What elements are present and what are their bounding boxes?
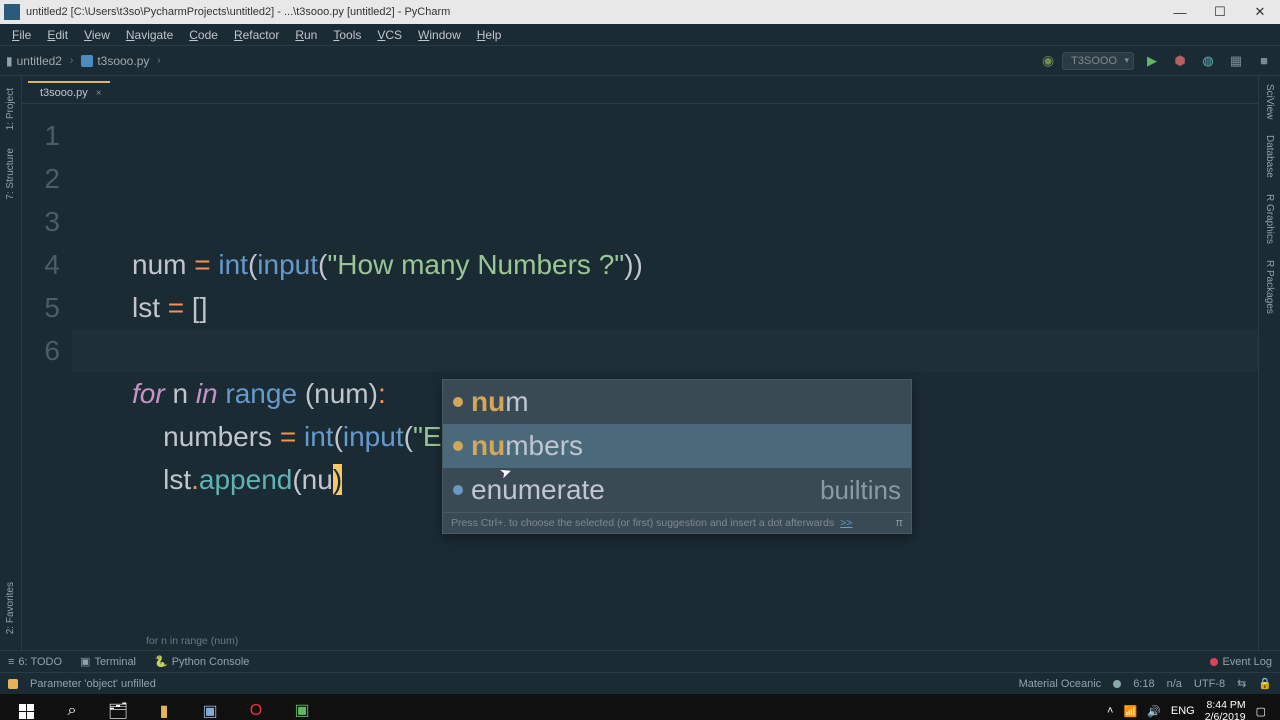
navigation-bar: ▮ untitled2 › t3sooo.py › ◉ T3SOOO ▶ ⬢ ◍… bbox=[0, 46, 1280, 76]
autocomplete-popup[interactable]: numnumbersenumeratebuiltinsPress Ctrl+. … bbox=[442, 379, 912, 534]
breadcrumb-file: t3sooo.py bbox=[97, 54, 149, 68]
menu-view[interactable]: View bbox=[76, 26, 118, 44]
terminal-tab[interactable]: ▣ Terminal bbox=[80, 655, 136, 668]
lock-icon[interactable]: 🔒 bbox=[1258, 677, 1272, 690]
autocomplete-item[interactable]: enumeratebuiltins bbox=[443, 468, 911, 512]
code-line[interactable]: lst = [] bbox=[132, 286, 1258, 329]
theme-name[interactable]: Material Oceanic bbox=[1019, 678, 1102, 690]
rgraphics-tab[interactable]: R Graphics bbox=[1264, 186, 1275, 252]
chevron-icon: › bbox=[70, 55, 73, 66]
menu-tools[interactable]: Tools bbox=[325, 26, 369, 44]
menubar: FileEditViewNavigateCodeRefactorRunTools… bbox=[0, 24, 1280, 46]
event-log-tab[interactable]: Event Log bbox=[1210, 656, 1272, 668]
code-line[interactable]: num = int(input("How many Numbers ?")) bbox=[132, 243, 1258, 286]
menu-edit[interactable]: Edit bbox=[39, 26, 76, 44]
app-icon bbox=[4, 4, 20, 20]
code-content[interactable]: num = int(input("How many Numbers ?"))ls… bbox=[72, 104, 1258, 632]
clock[interactable]: 8:44 PM 2/6/2019 bbox=[1205, 699, 1246, 720]
inspection-icon[interactable] bbox=[8, 679, 18, 689]
run-config-name: T3SOOO bbox=[1071, 55, 1117, 67]
menu-code[interactable]: Code bbox=[181, 26, 226, 44]
line-sep[interactable]: n/a bbox=[1167, 678, 1182, 690]
menu-file[interactable]: File bbox=[4, 26, 39, 44]
theme-dot-icon bbox=[1113, 680, 1121, 688]
line-gutter: 123456 bbox=[22, 104, 72, 632]
context-breadcrumb[interactable]: for n in range (num) bbox=[22, 632, 1258, 650]
pycharm-button[interactable]: ▣ bbox=[280, 694, 324, 720]
window-title: untitled2 [C:\Users\t3so\PycharmProjects… bbox=[24, 6, 1160, 18]
folder-icon: ▮ bbox=[6, 54, 13, 68]
todo-tab[interactable]: ≡ 6: TODO bbox=[8, 656, 62, 668]
menu-navigate[interactable]: Navigate bbox=[118, 26, 181, 44]
search-button[interactable]: ▦ bbox=[1226, 51, 1246, 71]
start-button[interactable] bbox=[4, 694, 48, 720]
favorites-tab[interactable]: 2: Favorites bbox=[5, 576, 16, 640]
app-button[interactable]: ▣ bbox=[188, 694, 232, 720]
language-indicator[interactable]: ENG bbox=[1171, 705, 1195, 717]
tray-up-icon[interactable]: ˄ bbox=[1107, 705, 1113, 717]
autocomplete-item[interactable]: numbers bbox=[443, 424, 911, 468]
search-button[interactable]: ⌕ bbox=[50, 694, 94, 720]
coverage-button[interactable]: ◍ bbox=[1198, 51, 1218, 71]
explorer-button[interactable]: 🗂 bbox=[96, 694, 140, 720]
close-button[interactable]: ✕ bbox=[1240, 0, 1280, 24]
menu-run[interactable]: Run bbox=[287, 26, 325, 44]
system-tray[interactable]: ˄ 📶 🔊 ENG 8:44 PM 2/6/2019 ▢ bbox=[1107, 699, 1276, 720]
active-line-highlight bbox=[72, 329, 1258, 372]
menu-window[interactable]: Window bbox=[410, 26, 469, 44]
code-editor[interactable]: 123456 num = int(input("How many Numbers… bbox=[22, 104, 1258, 632]
breadcrumb-project: untitled2 bbox=[17, 54, 62, 68]
window-titlebar: untitled2 [C:\Users\t3so\PycharmProjects… bbox=[0, 0, 1280, 24]
editor-tab[interactable]: t3sooo.py × bbox=[28, 81, 110, 103]
editor-area: t3sooo.py × 123456 num = int(input("How … bbox=[22, 76, 1258, 650]
project-tab[interactable]: 1: Project bbox=[5, 82, 16, 136]
bottom-toolwindow-bar: ≡ 6: TODO ▣ Terminal 🐍 Python Console Ev… bbox=[0, 650, 1280, 672]
opera-button[interactable]: O bbox=[234, 694, 278, 720]
run-config-selector[interactable]: T3SOOO bbox=[1062, 52, 1134, 70]
run-button[interactable]: ▶ bbox=[1142, 51, 1162, 71]
wifi-icon[interactable]: 📶 bbox=[1123, 705, 1137, 718]
chevron-icon: › bbox=[157, 55, 160, 66]
stop-button[interactable]: ■ bbox=[1254, 51, 1274, 71]
database-tab[interactable]: Database bbox=[1264, 127, 1275, 186]
windows-taskbar: ⌕ 🗂 ▮ ▣ O ▣ ˄ 📶 🔊 ENG 8:44 PM 2/6/2019 ▢ bbox=[0, 694, 1280, 720]
encoding[interactable]: UTF-8 bbox=[1194, 678, 1225, 690]
python-console-tab[interactable]: 🐍 Python Console bbox=[154, 655, 249, 668]
tab-label: t3sooo.py bbox=[40, 87, 88, 99]
sublime-button[interactable]: ▮ bbox=[142, 694, 186, 720]
status-bar: Parameter 'object' unfilled Material Oce… bbox=[0, 672, 1280, 694]
menu-refactor[interactable]: Refactor bbox=[226, 26, 287, 44]
sciview-tab[interactable]: SciView bbox=[1264, 76, 1275, 127]
menu-help[interactable]: Help bbox=[469, 26, 510, 44]
editor-tabbar: t3sooo.py × bbox=[22, 76, 1258, 104]
notifications-icon[interactable]: ▢ bbox=[1256, 705, 1266, 718]
right-toolwindow-bar: SciView Database R Graphics R Packages bbox=[1258, 76, 1280, 650]
maximize-button[interactable]: ☐ bbox=[1200, 0, 1240, 24]
minimize-button[interactable]: — bbox=[1160, 0, 1200, 24]
window-controls: — ☐ ✕ bbox=[1160, 0, 1280, 24]
status-hint: Parameter 'object' unfilled bbox=[30, 678, 156, 690]
cursor-position[interactable]: 6:18 bbox=[1133, 678, 1154, 690]
breadcrumb[interactable]: ▮ untitled2 › t3sooo.py › bbox=[6, 54, 165, 68]
close-tab-icon[interactable]: × bbox=[96, 88, 102, 99]
structure-tab[interactable]: 7: Structure bbox=[5, 142, 16, 206]
autocomplete-item[interactable]: num bbox=[443, 380, 911, 424]
python-file-icon bbox=[81, 55, 93, 67]
sound-icon[interactable]: 🔊 bbox=[1147, 705, 1161, 718]
menu-vcs[interactable]: VCS bbox=[369, 26, 410, 44]
autocomplete-hint: Press Ctrl+. to choose the selected (or … bbox=[443, 512, 911, 533]
run-toolbar: ◉ T3SOOO ▶ ⬢ ◍ ▦ ■ bbox=[1042, 51, 1274, 71]
workspace: 1: Project 7: Structure 2: Favorites t3s… bbox=[0, 76, 1280, 650]
rpackages-tab[interactable]: R Packages bbox=[1264, 252, 1275, 322]
left-toolwindow-bar: 1: Project 7: Structure 2: Favorites bbox=[0, 76, 22, 650]
debug-button[interactable]: ⬢ bbox=[1170, 51, 1190, 71]
python-env-icon[interactable]: ◉ bbox=[1042, 52, 1054, 69]
